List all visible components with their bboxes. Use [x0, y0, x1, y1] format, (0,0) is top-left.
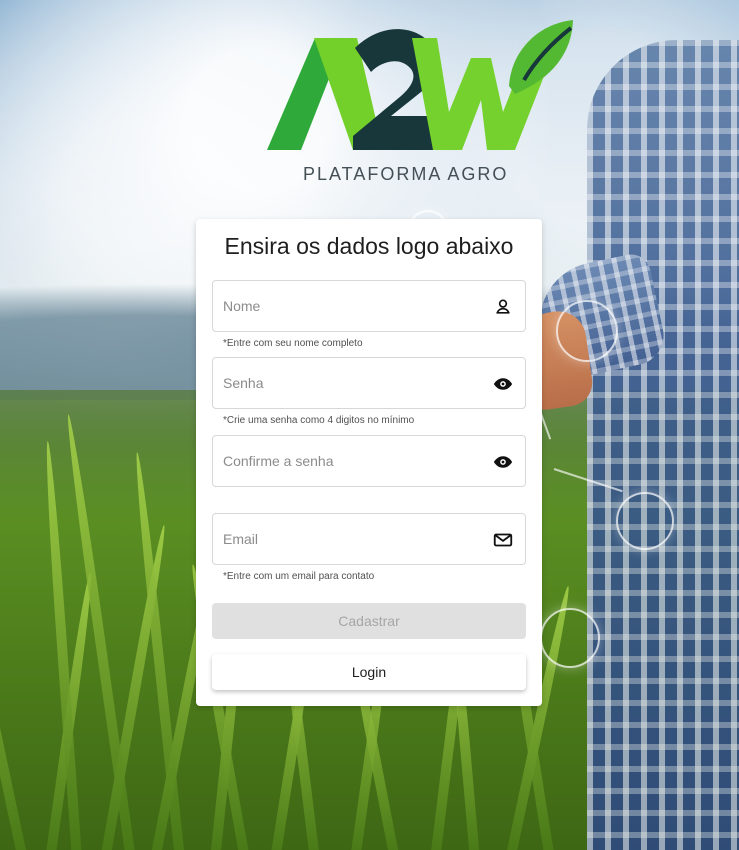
eye-icon[interactable] [491, 372, 515, 396]
confirm-password-field[interactable] [212, 435, 526, 487]
form-title: Ensira os dados logo abaixo [224, 233, 514, 259]
user-icon [491, 295, 515, 319]
grass-blade [0, 506, 28, 850]
name-helper-text: *Entre com seu nome completo [223, 338, 363, 349]
eye-icon [493, 378, 513, 390]
eye-icon[interactable] [491, 450, 515, 474]
eye-icon [493, 456, 513, 468]
brand-tagline: PLATAFORMA AGRO [303, 164, 509, 184]
signup-card: Ensira os dados logo abaixo *Entre com s… [196, 219, 542, 706]
tech-circle [616, 492, 674, 550]
user-icon [496, 299, 510, 314]
email-input[interactable] [223, 514, 478, 564]
signup-page: PLATAFORMA AGRO Ensira os dados logo aba… [0, 0, 739, 850]
tech-circle [556, 300, 618, 362]
mail-icon [493, 533, 513, 547]
email-helper-text: *Entre com um email para contato [223, 571, 375, 582]
password-field[interactable] [212, 357, 526, 409]
name-input[interactable] [223, 281, 478, 331]
register-button[interactable]: Cadastrar [212, 603, 526, 639]
tech-circle [540, 608, 600, 668]
password-helper-text: *Crie uma senha como 4 digitos no mínimo [223, 415, 415, 426]
password-input[interactable] [223, 358, 478, 408]
mail-icon [491, 528, 515, 552]
confirm-password-input[interactable] [223, 436, 478, 486]
brand: PLATAFORMA AGRO [267, 18, 577, 184]
email-field[interactable] [212, 513, 526, 565]
farmer-shirt [587, 40, 739, 850]
name-field[interactable] [212, 280, 526, 332]
login-button[interactable]: Login [212, 654, 526, 690]
a2w-logo [267, 20, 573, 151]
